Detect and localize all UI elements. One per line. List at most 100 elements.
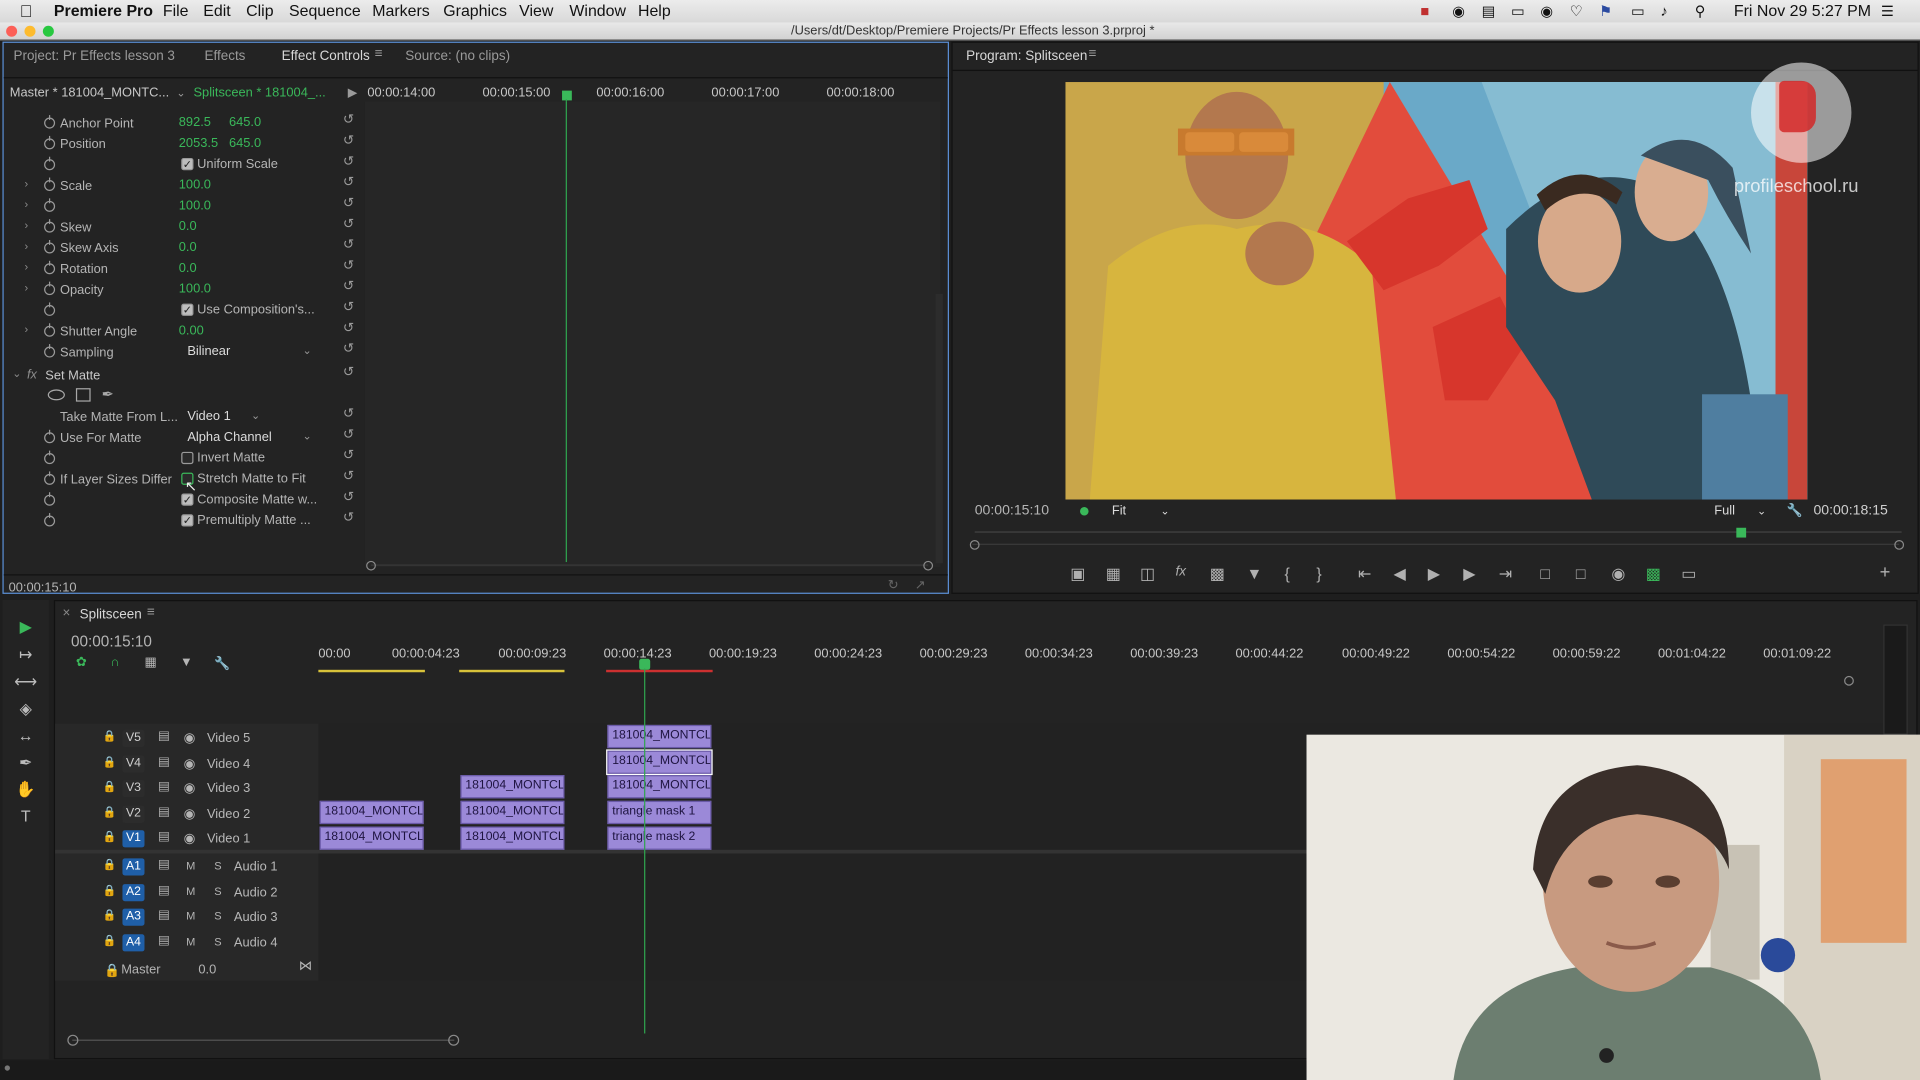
ec-current-time[interactable]: 00:00:15:10	[9, 580, 77, 595]
wifi-icon[interactable]: ♡	[1570, 1, 1583, 21]
matte-take-matte-from-l--dropdown[interactable]: Video 1 ⌄	[187, 409, 265, 424]
clip-v4-montcl[interactable]: 181004_MONTCL	[606, 749, 713, 776]
master-end-marker-icon[interactable]: ⋈	[299, 958, 312, 974]
clip-v1-triangle-mask-2[interactable]: triangle mask 2	[607, 826, 712, 850]
timeline-horizontal-scroll[interactable]	[72, 1039, 455, 1041]
ec-zoom-start-handle[interactable]	[366, 560, 376, 571]
track-a1-target[interactable]: A1	[122, 858, 145, 876]
track-a4-mute-icon[interactable]: M	[186, 935, 195, 947]
notification-center-icon[interactable]: ☰	[1881, 1, 1894, 21]
program-playhead[interactable]	[1736, 527, 1747, 538]
timeline-zoom-start-handle[interactable]	[67, 1034, 79, 1046]
track-a3-sync-lock-icon[interactable]: ▤	[158, 909, 170, 922]
timeline-vertical-zoom-handle[interactable]	[1844, 675, 1854, 686]
track-a4-lock-icon[interactable]: 🔒	[103, 934, 117, 947]
ec-vertical-scrollbar[interactable]	[935, 293, 943, 564]
menu-view[interactable]: View	[519, 1, 553, 21]
compare-view-icon[interactable]: ◫	[1140, 564, 1155, 584]
program-panel-menu-icon[interactable]: ≡	[1089, 47, 1097, 62]
comparison-view-icon[interactable]: ▩	[1646, 564, 1661, 584]
fx-toggle-icon[interactable]: fx	[1176, 564, 1186, 579]
master-lock-icon[interactable]: 🔒	[104, 962, 120, 979]
menu-markers[interactable]: Markers	[372, 1, 429, 21]
clip-v2-montcl-a[interactable]: 181004_MONTCL	[319, 800, 424, 825]
track-a2-sync-lock-icon[interactable]: ▤	[158, 883, 170, 896]
matte-use-for-matte-dropdown[interactable]: Alpha Channel ⌄	[187, 430, 317, 445]
matte-use-for-matte-reset-icon[interactable]: ↺	[343, 426, 354, 442]
app-name-menu[interactable]: Premiere Pro	[54, 1, 153, 21]
hand-tool-icon[interactable]: ✋	[13, 780, 37, 800]
matte-use-for-matte-stopwatch-icon[interactable]	[44, 429, 56, 444]
clip-v3-montcl-b[interactable]: 181004_MONTCL	[460, 775, 565, 799]
track-a3-lock-icon[interactable]: 🔒	[103, 909, 117, 922]
matte-if-layer-sizes-differ-reset-icon[interactable]: ↺	[343, 468, 354, 484]
vr-video-icon[interactable]: ▭	[1681, 564, 1696, 584]
eye-icon[interactable]: ◉	[1540, 1, 1553, 21]
playback-resolution-dropdown[interactable]: Full ⌄	[1714, 503, 1766, 518]
matte-row-5-reset-icon[interactable]: ↺	[343, 509, 354, 526]
clip-v2-triangle-mask-1[interactable]: triangle mask 1	[607, 800, 712, 825]
apple-menu[interactable]: 	[20, 1, 33, 21]
program-zoom-end-handle[interactable]	[1894, 540, 1905, 550]
track-a1-lock-icon[interactable]: 🔒	[103, 858, 117, 871]
menu-edit[interactable]: Edit	[203, 1, 230, 21]
spotlight-search-icon[interactable]: ⚲	[1695, 1, 1706, 21]
timeline-playhead-line[interactable]	[644, 668, 646, 1034]
grid-icon[interactable]: ▦	[1106, 564, 1121, 584]
menu-help[interactable]: Help	[638, 1, 671, 21]
program-time-ruler[interactable]	[974, 531, 1902, 533]
track-a4-target[interactable]: A4	[122, 933, 145, 951]
clip-v1-montcl-a[interactable]: 181004_MONTCL	[319, 826, 424, 850]
track-a3-mute-icon[interactable]: M	[186, 910, 195, 922]
menu-file[interactable]: File	[163, 1, 189, 21]
export-icon[interactable]: ↗	[915, 578, 926, 593]
zoom-level-dropdown[interactable]: Fit ⌄	[1112, 503, 1170, 518]
track-a2-lock-icon[interactable]: 🔒	[103, 883, 117, 896]
matte-take-matte-from-l--reset-icon[interactable]: ↺	[343, 405, 354, 422]
timeline-ruler[interactable]: 00:00 00:00:04:23 00:00:09:23 00:00:14:2…	[318, 631, 1849, 674]
slip-tool-icon[interactable]: ↔	[13, 726, 37, 744]
volume-icon[interactable]: ♪	[1660, 1, 1667, 21]
airplay-icon[interactable]: ▭	[1631, 1, 1645, 21]
step-forward-icon[interactable]: ▶	[1463, 564, 1475, 584]
matte-row-4-stopwatch-icon[interactable]	[44, 492, 56, 506]
step-back-icon[interactable]: ◀	[1393, 564, 1405, 584]
live-icon[interactable]: ■	[1420, 1, 1429, 21]
tab-source[interactable]: Source: (no clips)	[405, 49, 510, 64]
matte-row-2-checkbox[interactable]	[181, 451, 194, 465]
pen-tool-icon[interactable]: ✒	[13, 753, 37, 773]
minimize-window-button[interactable]	[24, 25, 36, 37]
clip-v1-montcl-b[interactable]: 181004_MONTCL	[460, 826, 565, 850]
clip-v3-montcl-c[interactable]: 181004_MONTCL	[607, 775, 712, 799]
selection-tool-icon[interactable]: ▶	[13, 617, 37, 637]
program-zoom-scroll[interactable]	[972, 543, 1900, 545]
export-frame-camera-icon[interactable]: ◉	[1611, 564, 1625, 584]
mark-in-icon[interactable]: {	[1284, 564, 1289, 582]
safe-margins-icon[interactable]: ▣	[1070, 564, 1085, 584]
add-marker-icon[interactable]: ▼	[1247, 564, 1263, 582]
track-a4-sync-lock-icon[interactable]: ▤	[158, 934, 170, 947]
clip-v5-montcl[interactable]: 181004_MONTCL	[607, 724, 712, 749]
go-to-in-icon[interactable]: ⇤	[1358, 564, 1371, 584]
ec-zoom-end-handle[interactable]	[923, 560, 934, 571]
extract-icon[interactable]: □	[1576, 564, 1586, 582]
type-tool-icon[interactable]: T	[13, 807, 37, 825]
play-icon[interactable]: ▶	[1428, 564, 1440, 584]
ec-keyframe-area[interactable]	[364, 101, 941, 567]
settings-wrench-icon[interactable]: 🔧	[1787, 502, 1803, 518]
filter-icon[interactable]: ↻	[888, 578, 899, 593]
flag-icon[interactable]: ⚑	[1599, 1, 1612, 21]
track-a3-target[interactable]: A3	[122, 908, 145, 926]
matte-row-2-reset-icon[interactable]: ↺	[343, 447, 354, 463]
master-volume-value[interactable]: 0.0	[198, 962, 216, 977]
menu-sequence[interactable]: Sequence	[289, 1, 361, 21]
program-monitor-title[interactable]: Program: Splitsceen	[966, 49, 1087, 64]
multicam-icon[interactable]: ▩	[1210, 564, 1225, 584]
matte-row-4-reset-icon[interactable]: ↺	[343, 489, 354, 505]
panel-menu-icon[interactable]: ≡	[375, 47, 383, 62]
layers-icon[interactable]: ▤	[1482, 1, 1496, 21]
program-zoom-start-handle[interactable]	[969, 540, 980, 550]
program-video-frame[interactable]	[1065, 82, 1808, 500]
menu-clip[interactable]: Clip	[246, 1, 273, 21]
clip-v2-montcl-b[interactable]: 181004_MONTCL	[460, 800, 565, 825]
